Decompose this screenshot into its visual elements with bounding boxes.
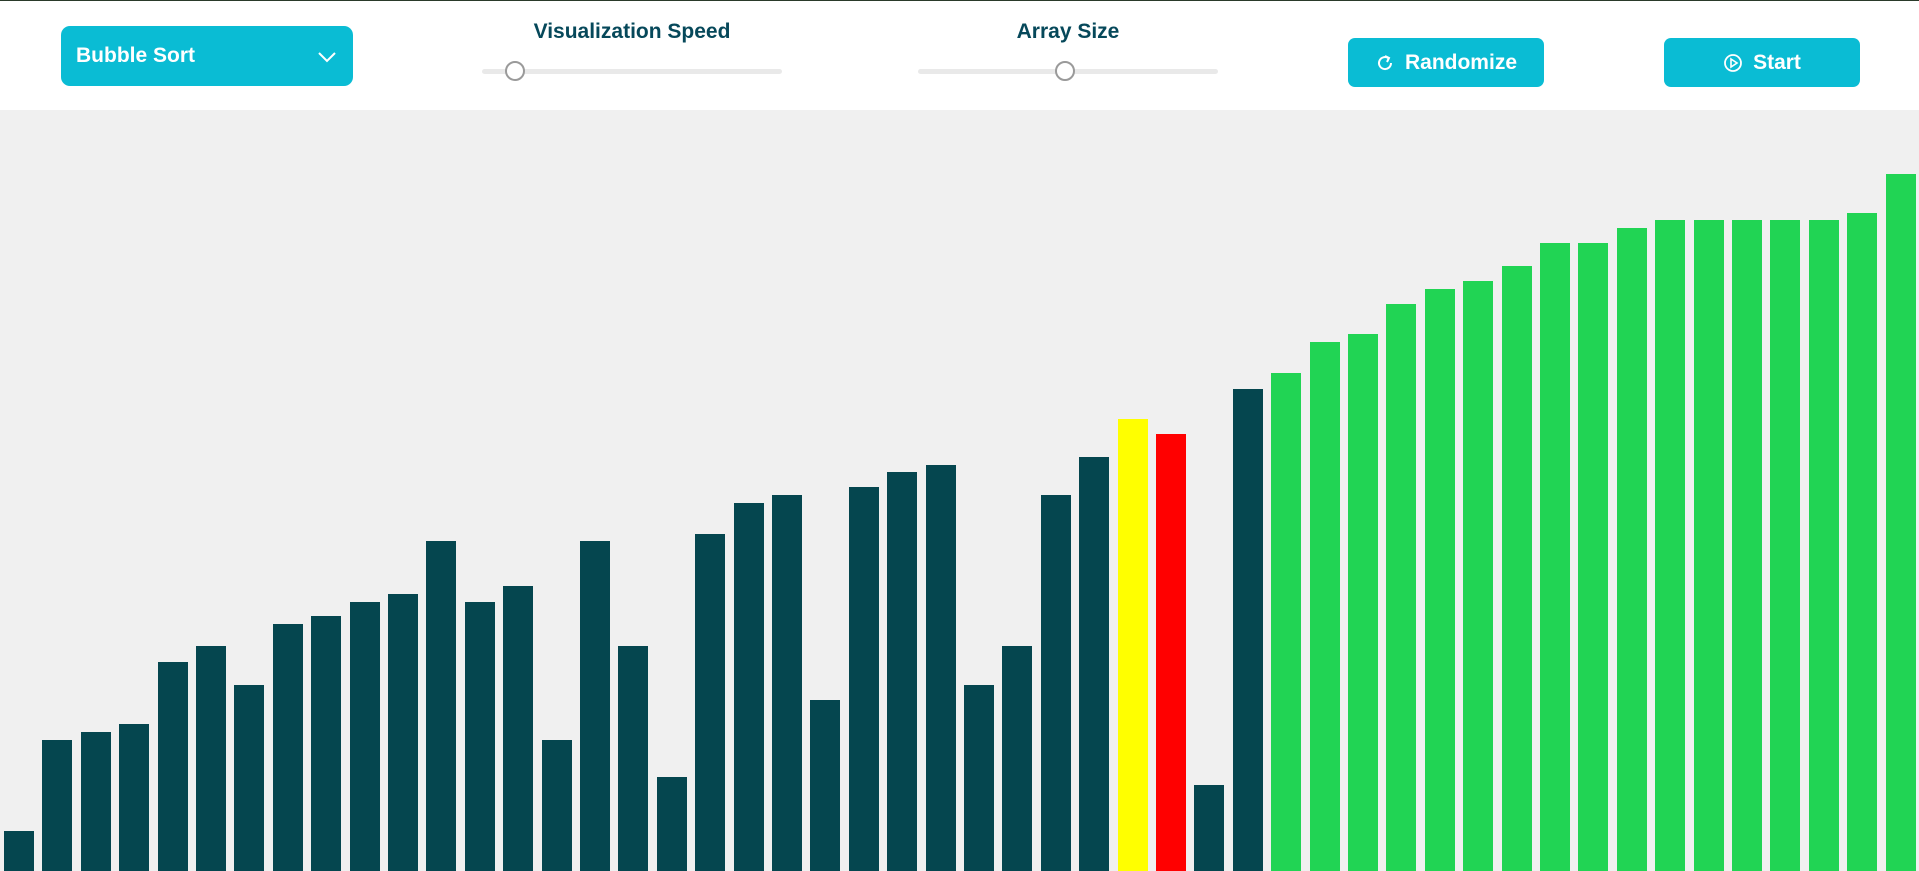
randomize-button[interactable]: Randomize <box>1348 38 1544 87</box>
array-bar-unsorted <box>158 662 188 871</box>
size-slider-label: Array Size <box>1016 20 1120 43</box>
array-bar-sorted <box>1694 220 1724 871</box>
array-bar-sorted <box>1847 213 1877 871</box>
start-button-label: Start <box>1753 50 1801 74</box>
array-bar-sorted <box>1386 304 1416 871</box>
array-bar-sorted <box>1809 220 1839 871</box>
array-bar-unsorted <box>734 503 764 871</box>
array-bar-unsorted <box>964 685 994 871</box>
array-bar-unsorted <box>119 724 149 871</box>
array-bar-unsorted <box>810 700 840 871</box>
array-bar-unsorted <box>311 616 341 871</box>
array-bar-compare-a <box>1118 419 1148 871</box>
array-bar-unsorted <box>926 465 956 871</box>
array-bar-sorted <box>1463 281 1493 871</box>
array-bar-unsorted <box>503 586 533 871</box>
array-bar-unsorted <box>1079 457 1109 871</box>
array-bar-sorted <box>1348 334 1378 871</box>
size-slider-thumb[interactable] <box>1055 61 1075 81</box>
array-bar-unsorted <box>695 534 725 871</box>
chevron-down-icon <box>317 46 337 63</box>
array-bar-unsorted <box>1194 785 1224 871</box>
array-bar-unsorted <box>273 624 303 871</box>
array-bar-unsorted <box>42 740 72 871</box>
array-bar-unsorted <box>772 495 802 871</box>
array-bar-sorted <box>1271 373 1301 871</box>
array-visualization <box>0 110 1919 871</box>
array-bar-sorted <box>1578 243 1608 871</box>
array-bar-unsorted <box>657 777 687 871</box>
play-circle-icon <box>1723 53 1743 73</box>
speed-slider-group: Visualization Speed <box>482 19 782 81</box>
size-slider-group: Array Size <box>918 19 1218 81</box>
array-bar-sorted <box>1617 228 1647 871</box>
speed-slider-label: Visualization Speed <box>533 20 731 43</box>
speed-slider-track[interactable] <box>482 69 782 74</box>
toolbar: Bubble Sort Visualization Speed Array Si… <box>0 1 1919 110</box>
array-bar-unsorted <box>388 594 418 871</box>
array-bar-unsorted <box>350 602 380 871</box>
array-bar-sorted <box>1770 220 1800 871</box>
refresh-icon <box>1375 53 1395 73</box>
array-bar-unsorted <box>580 541 610 871</box>
array-bar-sorted <box>1732 220 1762 871</box>
array-bar-unsorted <box>542 740 572 871</box>
array-bar-unsorted <box>465 602 495 871</box>
array-bar-unsorted <box>1041 495 1071 871</box>
array-bar-compare-b <box>1156 434 1186 871</box>
array-bar-sorted <box>1502 266 1532 871</box>
array-bar-sorted <box>1425 289 1455 871</box>
randomize-button-label: Randomize <box>1404 50 1517 74</box>
array-bar-unsorted <box>4 831 34 871</box>
array-bar-unsorted <box>618 646 648 871</box>
array-bar-unsorted <box>426 541 456 871</box>
start-button[interactable]: Start <box>1664 38 1860 87</box>
array-bar-unsorted <box>1002 646 1032 871</box>
array-bar-unsorted <box>81 732 111 871</box>
array-bar-sorted <box>1655 220 1685 871</box>
array-bar-unsorted <box>234 685 264 871</box>
algorithm-select-value: Bubble Sort <box>76 44 195 67</box>
speed-slider-thumb[interactable] <box>505 61 525 81</box>
array-bar-unsorted <box>887 472 917 871</box>
array-bar-sorted <box>1886 174 1916 871</box>
array-bar-sorted <box>1310 342 1340 871</box>
array-bar-unsorted <box>849 487 879 871</box>
algorithm-select[interactable]: Bubble Sort <box>61 26 353 86</box>
array-bar-sorted <box>1540 243 1570 871</box>
array-bar-unsorted <box>196 646 226 871</box>
array-bar-unsorted <box>1233 389 1263 871</box>
